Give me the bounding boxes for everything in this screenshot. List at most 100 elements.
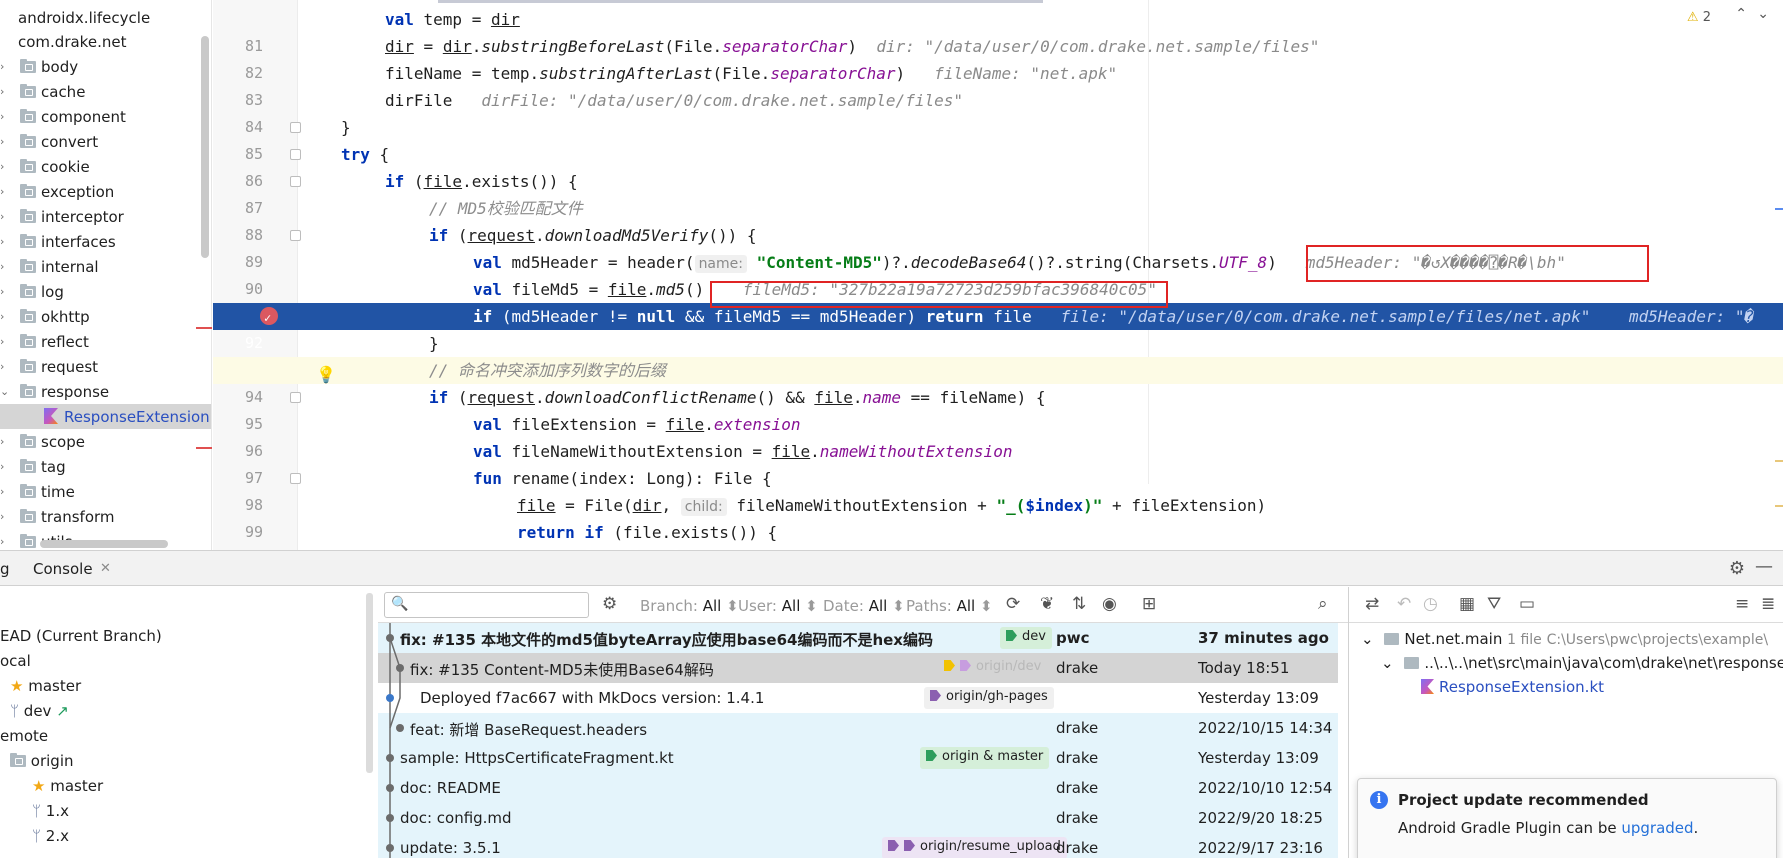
chevron-right-icon[interactable]: › [0,135,10,148]
chevron-right-icon[interactable]: › [0,85,10,98]
chevron-right-icon[interactable]: › [0,460,10,473]
branch-head[interactable]: EAD (Current Branch) [0,627,162,645]
chevron-right-icon[interactable]: › [0,260,10,273]
code-line-96[interactable]: 96 val fileExtension = file.extension [213,411,1783,460]
group-by-icon[interactable]: ▦ [1459,594,1475,614]
tree-item-body[interactable]: › body [0,54,211,79]
code-line-88[interactable]: 88 // MD5校验匹配文件 [213,195,1783,244]
chevron-down-icon[interactable]: ⌄ [1381,654,1394,672]
branch-group-local[interactable]: ocal [0,652,31,670]
chevron-right-icon[interactable]: › [0,160,10,173]
tree-item-cache[interactable]: › cache [0,79,211,104]
commit-row[interactable]: doc: README drake 2022/10/10 12:54 [378,773,1338,803]
tree-item-exception[interactable]: › exception [0,179,211,204]
eye-icon[interactable]: ◉ [1102,594,1117,614]
code-line-84[interactable]: 84 dirFile dirFile: "/data/user/0/com.dr… [213,87,1783,136]
log-search-input[interactable]: 🔍 [384,592,589,618]
branch-origin-master[interactable]: ★ master [32,777,103,795]
history-icon[interactable]: ◷ [1423,594,1438,614]
code-line-97[interactable]: 97 val fileNameWithoutExtension = file.n… [213,438,1783,487]
paths-filter[interactable]: Paths: All ⬍ [906,597,993,615]
tree-item-androidx-lifecycle[interactable]: androidx.lifecycle [0,5,211,30]
fold-icon[interactable] [290,392,301,403]
fold-icon[interactable] [290,473,301,484]
branch-origin-1x[interactable]: ᛘ 1.x [32,802,69,820]
undo-icon[interactable]: ↶ [1397,594,1411,614]
chevron-right-icon[interactable]: › [0,235,10,248]
chevron-right-icon[interactable]: › [0,60,10,73]
tree-item-cookie[interactable]: › cookie [0,154,211,179]
tree-item-response[interactable]: ⌄ response [0,379,211,404]
fold-icon[interactable] [290,176,301,187]
chevron-right-icon[interactable]: › [0,335,10,348]
tree-vertical-scrollbar[interactable] [201,36,209,258]
tab-console[interactable]: Console [33,560,93,578]
fold-icon[interactable] [290,230,301,241]
code-line-83[interactable]: 83 fileName = temp.substringAfterLast(Fi… [213,60,1783,109]
branches-scrollbar[interactable] [366,593,373,773]
tree-item-transform[interactable]: › transform [0,504,211,529]
tree-item-response-extension-kt[interactable]: ResponseExtension.kt [0,404,211,429]
chevron-right-icon[interactable]: › [0,535,10,548]
code-line-82[interactable]: 82 dir = dir.substringBeforeLast(File.se… [213,33,1783,82]
fold-icon[interactable] [290,149,301,160]
tree-item-interfaces[interactable]: › interfaces [0,229,211,254]
changed-module-node[interactable]: ⌄ Net.net.main 1 file C:\Users\pwc\proje… [1361,630,1768,648]
code-line-95[interactable]: 95 if (request.downloadConflictRename() … [213,384,1783,433]
chevron-down-icon[interactable]: ⌄ [1361,630,1374,648]
changed-file-node[interactable]: ResponseExtension.kt [1421,678,1604,696]
tree-item-request[interactable]: › request [0,354,211,379]
date-filter[interactable]: Date: All ⬍ [823,597,905,615]
gear-icon[interactable]: ⚙ [1729,558,1745,579]
commit-row[interactable]: doc: config.md drake 2022/9/20 18:25 [378,803,1338,833]
layout-icon[interactable]: ▭ [1519,594,1535,614]
code-line-93[interactable]: 93 } [213,330,1783,379]
commit-row[interactable]: sample: HttpsCertificateFragment.kt orig… [378,743,1338,773]
code-line-100[interactable]: 100 return if (file.exists()) { [213,519,1783,546]
collapse-all-icon[interactable]: ≣ [1761,594,1775,614]
fold-icon[interactable] [290,122,301,133]
chevron-right-icon[interactable]: › [0,435,10,448]
new-tab-icon[interactable]: ⊞ [1142,594,1156,614]
chevron-right-icon[interactable]: › [0,485,10,498]
warnings-indicator[interactable]: ⚠ 2 [1687,10,1711,25]
code-line-87[interactable]: 87 if (file.exists()) { [213,168,1783,217]
code-line-94[interactable]: 94 💡 // 命名冲突添加序列数字的后缀 [213,357,1783,406]
sort-icon[interactable]: ⇅ [1072,594,1086,614]
commit-row[interactable]: feat: 新增 BaseRequest.headers drake 2022/… [378,713,1338,743]
chevron-down-icon[interactable]: ⌄ [1757,6,1769,22]
chevron-right-icon[interactable]: › [0,185,10,198]
commit-row[interactable]: fix: #135 Content-MD5未使用Base64解码 origin/… [378,653,1338,683]
commit-row[interactable]: update: 3.5.1 origin/resume_upload drake… [378,833,1338,858]
branch-filter[interactable]: Branch: All ⬍ [640,597,739,615]
chevron-up-icon[interactable]: ⌃ [1735,6,1747,22]
filter-icon[interactable]: ⛛ [1487,594,1501,614]
changed-directory-node[interactable]: ⌄ ..\..\..\net\src\main\java\com\drake\n… [1381,654,1783,672]
chevron-right-icon[interactable]: › [0,310,10,323]
tree-item-log[interactable]: › log [0,279,211,304]
upgrade-link[interactable]: upgraded [1621,819,1693,837]
branch-origin-2x[interactable]: ᛘ 2.x [32,827,69,845]
user-filter[interactable]: User: All ⬍ [738,597,818,615]
tree-item-interceptor[interactable]: › interceptor [0,204,211,229]
tree-horizontal-scrollbar[interactable] [40,540,168,548]
refresh-icon[interactable]: ⟳ [1006,594,1020,614]
show-diff-icon[interactable]: ⇄ [1365,594,1379,614]
branch-group-remote[interactable]: emote [0,727,48,745]
code-line-86[interactable]: 86 try { [213,141,1783,190]
chevron-right-icon[interactable]: › [0,210,10,223]
chevron-right-icon[interactable]: › [0,285,10,298]
code-line-85[interactable]: 85 } [213,114,1783,163]
tree-item-scope[interactable]: › scope [0,429,211,454]
tree-item-okhttp[interactable]: › okhttp [0,304,211,329]
lightbulb-icon[interactable]: 💡 [316,361,336,384]
tree-item-component[interactable]: › component [0,104,211,129]
code-line-99[interactable]: 99 file = File(dir, child: fileNameWitho… [213,492,1783,541]
tree-item-time[interactable]: › time [0,479,211,504]
tree-item-convert[interactable]: › convert [0,129,211,154]
search-icon[interactable]: ⌕ [1318,594,1328,614]
commit-row[interactable]: fix: #135 本地文件的md5值byteArray应使用base64编码而… [378,623,1338,653]
close-icon[interactable]: ✕ [100,561,111,576]
tree-item-com-drake-net[interactable]: com.drake.net [0,29,211,54]
branch-local-master[interactable]: ★ master [10,677,81,695]
